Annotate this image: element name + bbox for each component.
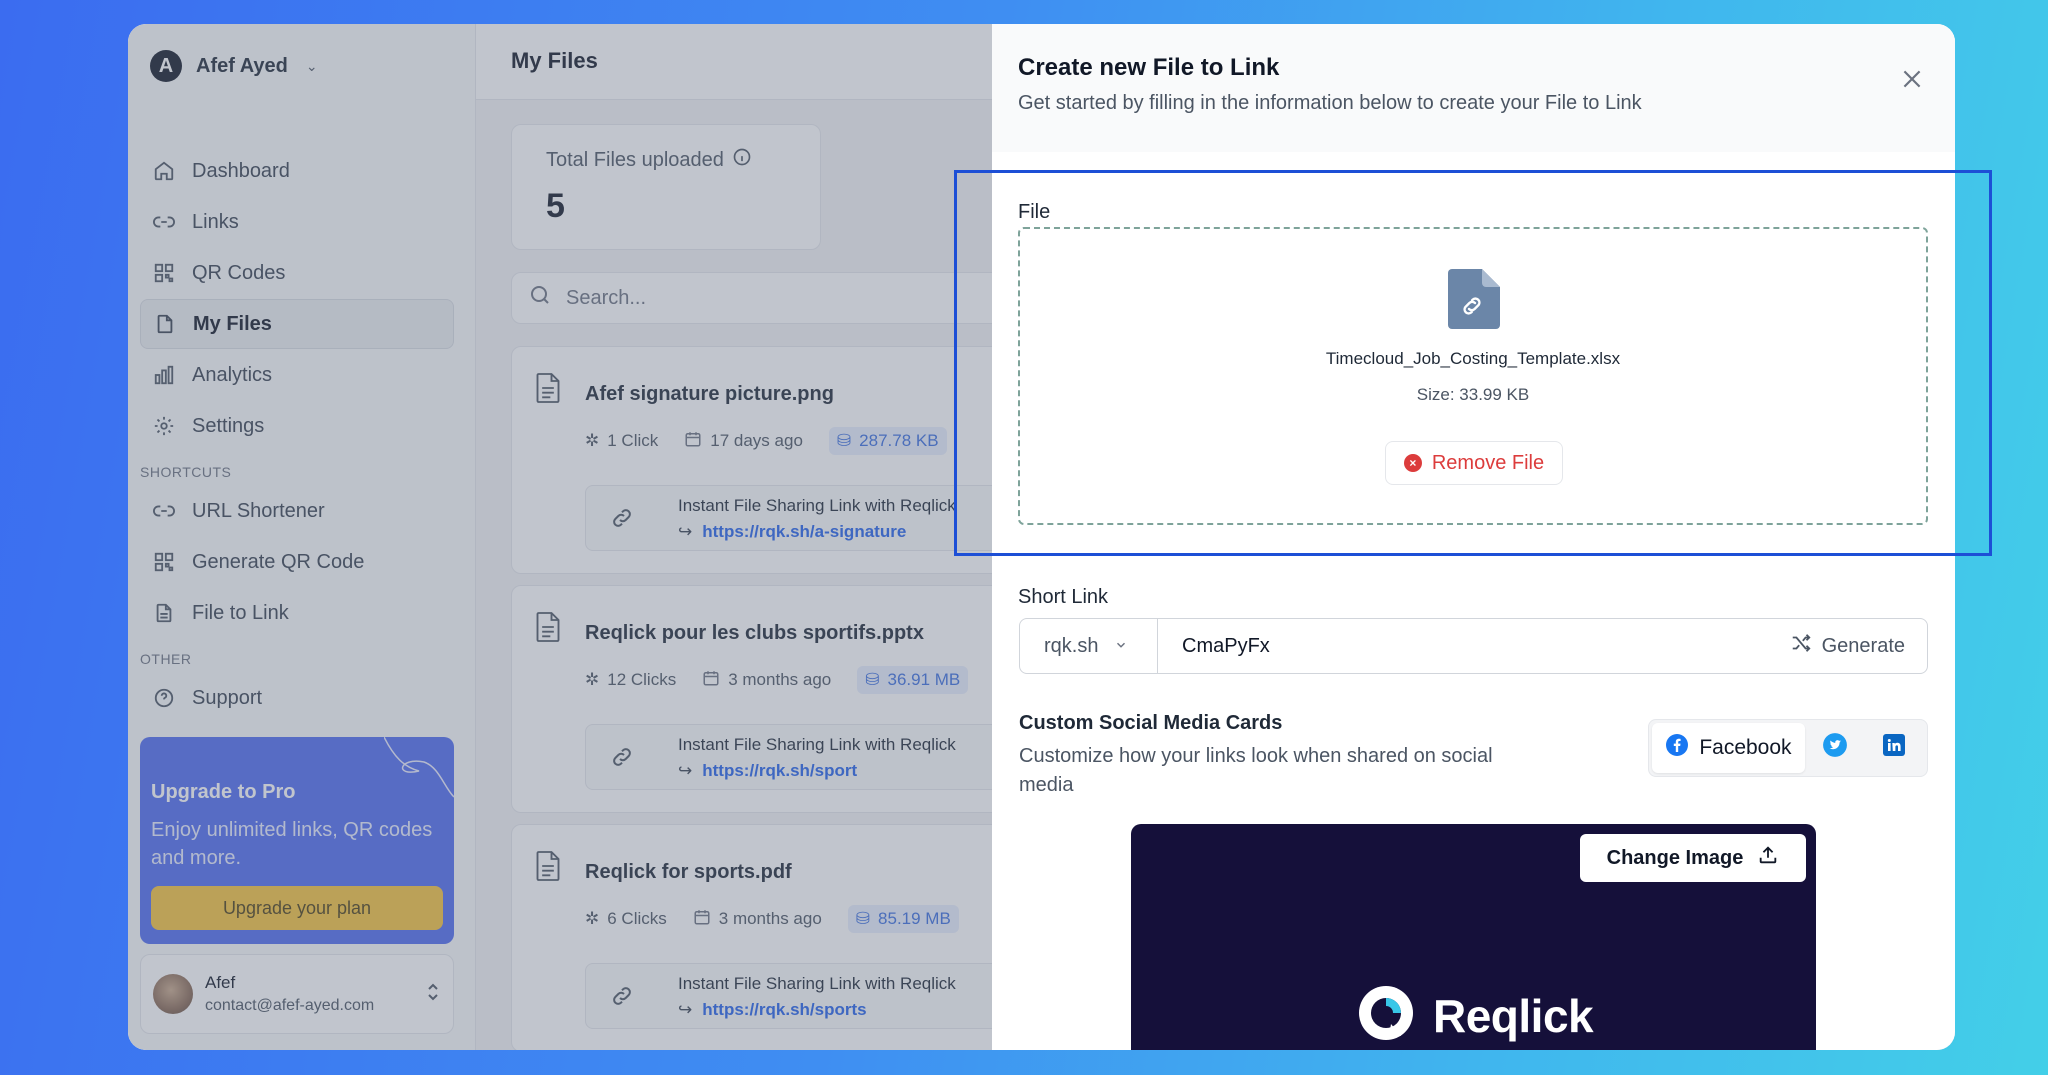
change-image-label: Change Image xyxy=(1606,846,1744,869)
slug-input[interactable]: CmaPyFx xyxy=(1158,635,1790,658)
short-link-label: Short Link xyxy=(1018,586,1109,608)
generate-button[interactable]: Generate xyxy=(1790,632,1927,660)
social-cards-description: Customize how your links look when share… xyxy=(1019,745,1493,796)
facebook-tab-label: Facebook xyxy=(1699,736,1792,759)
brand-logo: Reqlick xyxy=(1357,984,1594,1047)
upload-icon xyxy=(1757,844,1779,872)
panel-title: Create new File to Link xyxy=(1018,54,1280,81)
close-icon[interactable] xyxy=(1899,64,1925,98)
linkedin-icon xyxy=(1882,733,1906,763)
chevron-down-icon xyxy=(1114,635,1128,658)
domain-value: rqk.sh xyxy=(1044,634,1099,657)
change-image-button[interactable]: Change Image xyxy=(1580,834,1806,882)
twitter-icon xyxy=(1822,732,1848,764)
tab-linkedin[interactable] xyxy=(1864,723,1924,773)
short-link-field: rqk.sh CmaPyFx Generate xyxy=(1019,618,1928,674)
shuffle-icon xyxy=(1790,632,1812,660)
tab-facebook[interactable]: Facebook xyxy=(1652,723,1805,773)
panel-header: Create new File to Link Get started by f… xyxy=(992,24,1955,152)
tab-twitter[interactable] xyxy=(1805,723,1865,773)
social-platform-tabs: Facebook xyxy=(1648,719,1928,777)
social-card-preview: Change Image Reqlick xyxy=(1131,824,1816,1050)
selection-highlight xyxy=(954,170,1992,556)
generate-label: Generate xyxy=(1821,634,1905,657)
panel-subtitle: Get started by filling in the informatio… xyxy=(1018,92,1642,114)
brand-name: Reqlick xyxy=(1433,989,1594,1042)
social-cards-title: Custom Social Media Cards xyxy=(1019,712,1283,734)
domain-select[interactable]: rqk.sh xyxy=(1020,619,1158,673)
facebook-icon xyxy=(1665,733,1689,763)
reqlick-logo-icon xyxy=(1357,984,1415,1047)
